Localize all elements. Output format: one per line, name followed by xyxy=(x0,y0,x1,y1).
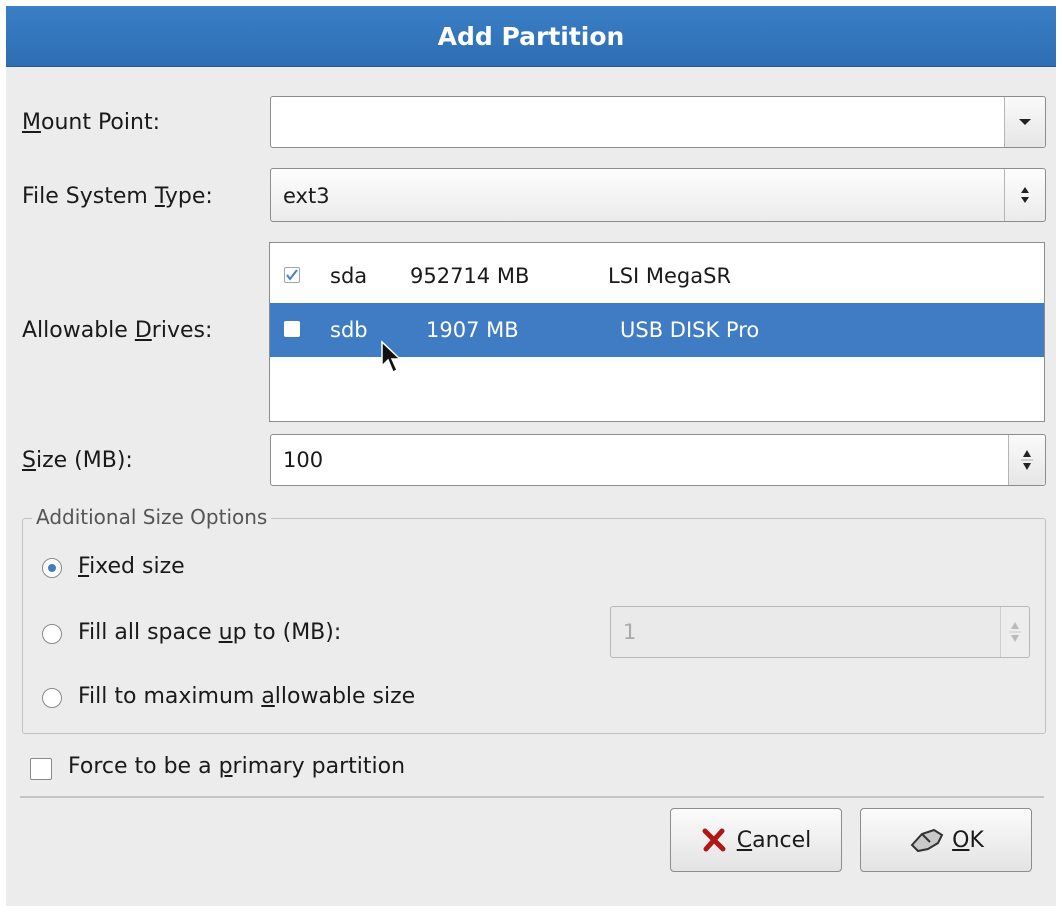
force-primary-label[interactable]: Force to be a primary partition xyxy=(68,754,405,779)
dialog-title: Add Partition xyxy=(6,6,1056,67)
fixed-size-label[interactable]: Fixed size xyxy=(78,554,185,579)
fixed-size-radio[interactable] xyxy=(42,558,62,578)
fill-up-to-spin-buttons[interactable] xyxy=(1000,607,1029,657)
fs-type-spin-button[interactable] xyxy=(1004,169,1045,221)
mount-point-combo[interactable] xyxy=(270,96,1046,148)
size-spin-buttons[interactable] xyxy=(1008,435,1045,485)
ok-button[interactable]: OK xyxy=(860,808,1032,872)
drive-sda-checkbox[interactable] xyxy=(284,267,300,283)
mount-point-label: Mount Point: xyxy=(22,110,160,135)
drive-sda-name: sda xyxy=(330,264,368,288)
fs-type-value: ext3 xyxy=(283,184,330,208)
radio-dot xyxy=(48,564,56,572)
check-icon xyxy=(286,269,298,281)
drive-row-sda[interactable]: sda 952714 MB LSI MegaSR xyxy=(270,249,1044,303)
mount-point-dropdown-button[interactable] xyxy=(1004,97,1045,147)
fill-up-to-spinbox[interactable]: 1 xyxy=(610,606,1030,658)
add-partition-dialog: Add Partition Mount Point: File System T… xyxy=(6,6,1056,906)
spin-arrows-icon xyxy=(1021,187,1029,203)
allowable-drives-label: Allowable Drives: xyxy=(22,318,213,343)
separator xyxy=(20,796,1044,798)
fs-type-select[interactable]: ext3 xyxy=(270,168,1046,222)
spin-arrows-icon xyxy=(1021,450,1033,470)
cancel-button[interactable]: Cancel xyxy=(670,808,842,872)
fs-type-label: File System Type: xyxy=(22,184,213,209)
fill-up-to-radio[interactable] xyxy=(42,624,62,644)
mouse-cursor-icon xyxy=(381,340,402,374)
fill-up-to-label[interactable]: Fill all space up to (MB): xyxy=(78,620,341,645)
fill-up-to-value[interactable]: 1 xyxy=(623,607,636,657)
drive-sda-model: LSI MegaSR xyxy=(608,264,732,288)
drive-sdb-checkbox[interactable] xyxy=(284,321,300,337)
drive-sdb-size: 1907 MB xyxy=(426,318,519,342)
cancel-x-icon xyxy=(702,828,726,852)
ok-disk-icon xyxy=(910,828,944,853)
drives-list: sda 952714 MB LSI MegaSR sdb 1907 MB USB… xyxy=(269,242,1045,422)
size-options-legend: Additional Size Options xyxy=(32,505,272,529)
size-spinbox[interactable]: 100 xyxy=(270,434,1046,486)
drive-sda-size: 952714 MB xyxy=(410,264,530,288)
spin-arrows-icon xyxy=(1009,622,1021,642)
fill-max-label[interactable]: Fill to maximum allowable size xyxy=(78,684,415,709)
dropdown-arrow-icon xyxy=(1019,119,1031,125)
drive-sdb-name: sdb xyxy=(330,318,368,342)
size-value[interactable]: 100 xyxy=(283,435,323,485)
drive-sdb-model: USB DISK Pro xyxy=(620,318,760,342)
force-primary-checkbox[interactable] xyxy=(30,758,52,780)
size-label: Size (MB): xyxy=(22,448,133,473)
fill-max-radio[interactable] xyxy=(42,688,62,708)
